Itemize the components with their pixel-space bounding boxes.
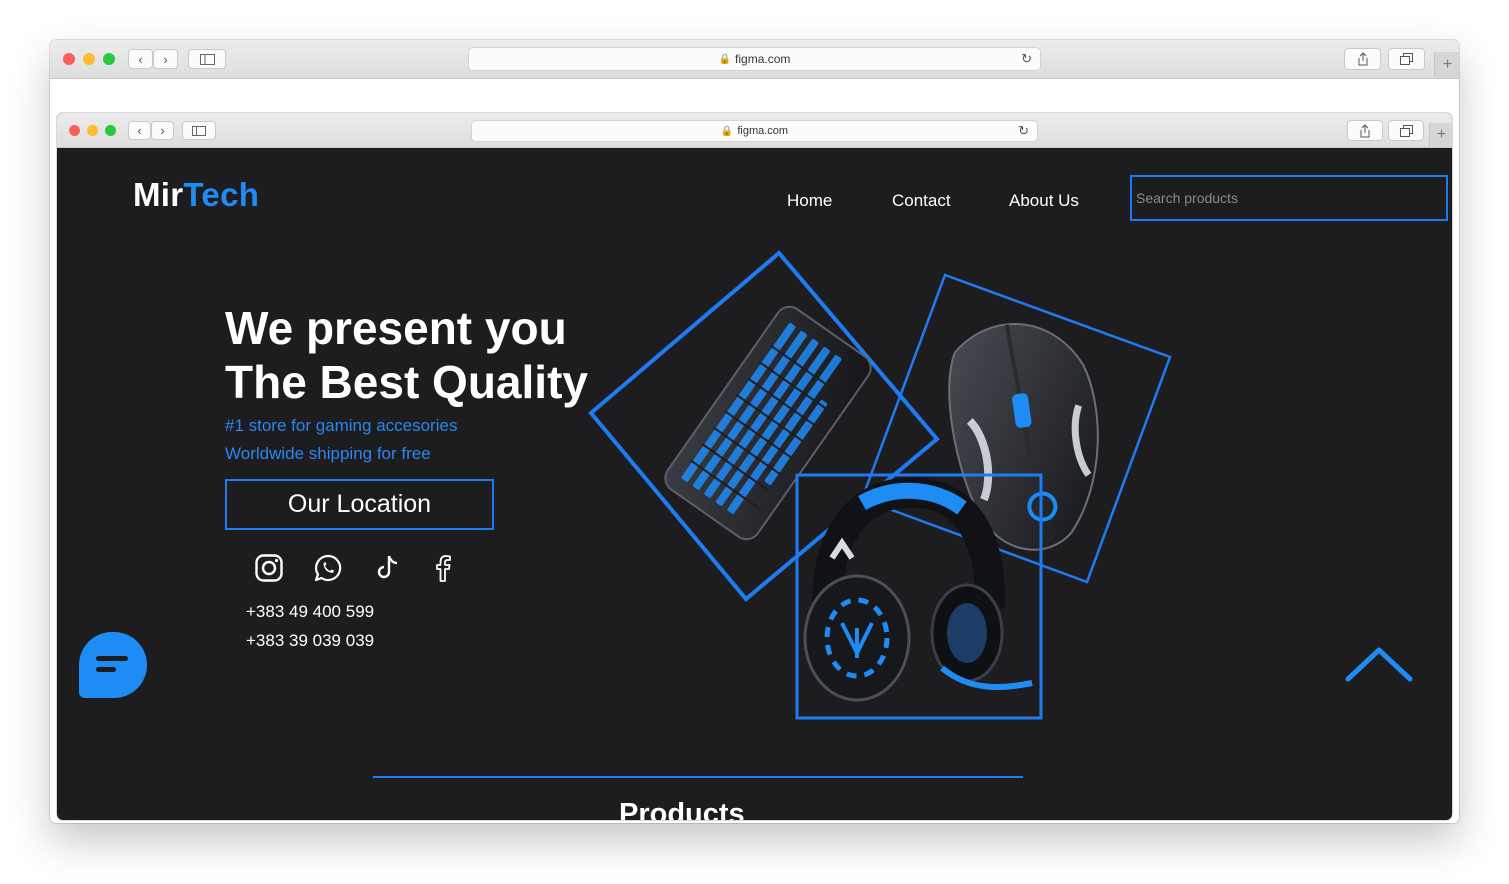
chevron-right-icon: › <box>163 51 168 67</box>
inner-browser-toolbar: ‹ › 🔒 figma.com ↻ + <box>57 113 1452 148</box>
zoom-window-button[interactable] <box>105 125 116 136</box>
hero-subtitle-store: #1 store for gaming accesories <box>225 416 458 435</box>
scroll-top-button[interactable] <box>1344 644 1414 684</box>
instagram-icon[interactable] <box>254 553 284 583</box>
logo-text-mir: Mir <box>133 176 184 213</box>
logo-text-tech: Tech <box>183 176 260 213</box>
close-window-button[interactable] <box>63 53 75 65</box>
hero-title-line1: We present you <box>225 302 567 354</box>
new-tab-button[interactable]: + <box>1434 52 1459 78</box>
minimize-window-button[interactable] <box>83 53 95 65</box>
plus-icon: + <box>1436 126 1447 143</box>
sidebar-button[interactable] <box>182 121 216 140</box>
hero-subtitle-shipping: Worldwide shipping for free <box>225 444 431 463</box>
forward-button[interactable]: › <box>151 121 174 140</box>
sidebar-icon <box>192 125 206 136</box>
chevron-right-icon: › <box>160 123 165 138</box>
new-tab-button[interactable]: + <box>1429 123 1452 147</box>
reload-icon[interactable]: ↻ <box>1021 51 1032 67</box>
chevron-up-icon <box>1345 647 1413 682</box>
chevron-left-icon: ‹ <box>138 51 143 67</box>
share-button[interactable] <box>1344 48 1381 70</box>
products-heading: Products <box>619 798 745 820</box>
hero-title-line2: The Best Quality <box>225 356 588 408</box>
minimize-window-button[interactable] <box>87 125 98 136</box>
products-divider <box>373 776 1023 778</box>
sidebar-icon <box>199 53 215 65</box>
tiktok-icon[interactable] <box>373 553 403 583</box>
tabs-icon <box>1399 124 1413 137</box>
address-bar-url: figma.com <box>735 52 791 66</box>
outer-browser-toolbar: ‹ › 🔒 figma.com ↻ + <box>50 40 1459 79</box>
nav-home-link[interactable]: Home <box>787 191 832 211</box>
website-page: MirTech Home Contact About Us We present… <box>57 148 1452 820</box>
tabs-button[interactable] <box>1388 120 1424 141</box>
site-logo[interactable]: MirTech <box>133 176 259 214</box>
lock-icon: 🔒 <box>718 53 732 65</box>
inner-browser-window: ‹ › 🔒 figma.com ↻ + MirTech Home Contact… <box>57 113 1452 820</box>
address-bar[interactable]: 🔒 figma.com ↻ <box>471 120 1038 142</box>
zoom-window-button[interactable] <box>103 53 115 65</box>
plus-icon: + <box>1442 56 1453 73</box>
chat-button[interactable] <box>79 632 147 698</box>
phone-number-1[interactable]: +383 49 400 599 <box>246 602 374 622</box>
share-icon <box>1360 123 1370 137</box>
tabs-icon <box>1400 53 1413 65</box>
phone-number-2[interactable]: +383 39 039 039 <box>246 631 374 651</box>
close-window-button[interactable] <box>69 125 80 136</box>
facebook-icon[interactable] <box>428 553 458 583</box>
back-button[interactable]: ‹ <box>128 121 151 140</box>
search-input[interactable] <box>1130 175 1448 221</box>
share-button[interactable] <box>1347 120 1383 141</box>
address-bar[interactable]: 🔒 figma.com ↻ <box>468 47 1041 71</box>
share-icon <box>1358 52 1367 66</box>
lock-icon: 🔒 <box>720 125 734 137</box>
forward-button[interactable]: › <box>153 49 178 69</box>
address-bar-url: figma.com <box>737 125 789 137</box>
back-button[interactable]: ‹ <box>128 49 153 69</box>
whatsapp-icon[interactable] <box>313 553 343 583</box>
sidebar-button[interactable] <box>188 49 226 69</box>
nav-contact-link[interactable]: Contact <box>892 191 951 211</box>
our-location-button[interactable]: Our Location <box>225 479 494 530</box>
chevron-left-icon: ‹ <box>137 123 142 138</box>
reload-icon[interactable]: ↻ <box>1018 123 1029 139</box>
hero-product-collage <box>588 250 1172 720</box>
nav-about-link[interactable]: About Us <box>1009 191 1079 211</box>
tabs-button[interactable] <box>1388 48 1425 70</box>
